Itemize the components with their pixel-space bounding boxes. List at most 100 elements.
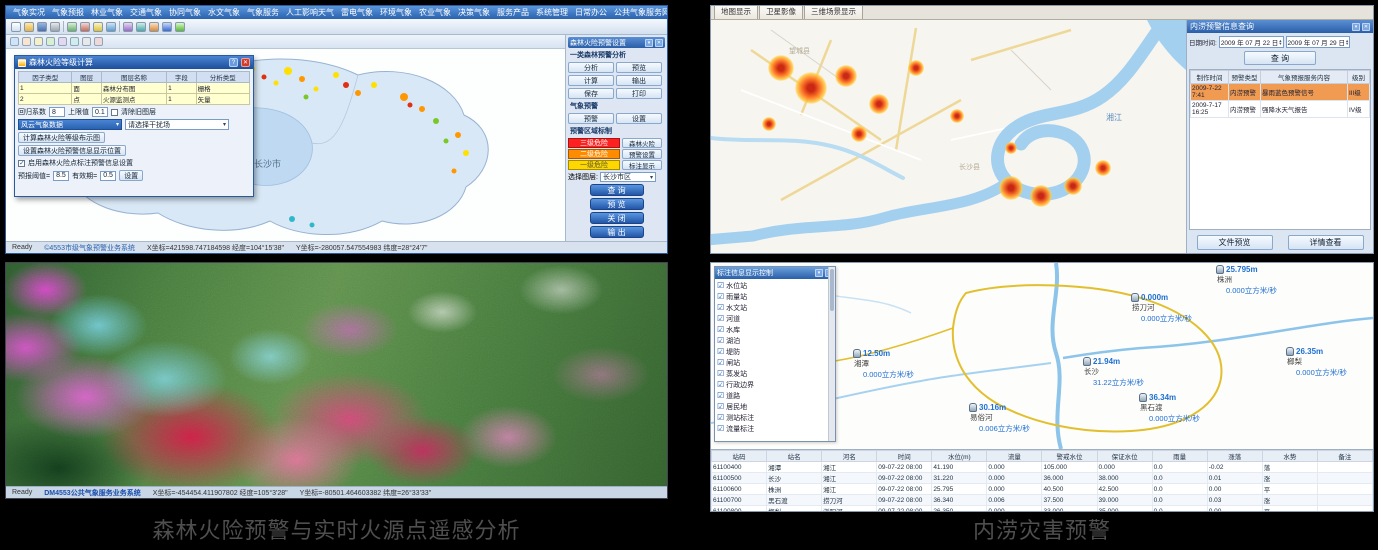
- layer-checkbox-item[interactable]: 水文站: [717, 302, 826, 313]
- zoom-out-icon[interactable]: [80, 22, 90, 32]
- map-print-icon[interactable]: [82, 37, 91, 46]
- enable-annotation-checkbox[interactable]: [18, 160, 25, 167]
- table-row[interactable]: 61100700黑石渡捞刀河09-07-22 08:0036.3400.0063…: [712, 495, 1373, 506]
- layer-select[interactable]: 风云气象数据: [18, 119, 122, 130]
- station-marker[interactable]: 36.34m 黑石渡 0.000立方米/秒: [1139, 393, 1200, 424]
- panel-button[interactable]: 预警设置: [622, 149, 662, 159]
- action-button[interactable]: 查 询: [590, 184, 644, 196]
- layer-checkbox-item[interactable]: 水位站: [717, 280, 826, 291]
- table-row[interactable]: 1面森林分布图1栅格: [19, 83, 250, 94]
- menu-item[interactable]: 系统管理: [533, 7, 571, 18]
- close-icon[interactable]: [1362, 23, 1370, 31]
- pan-icon[interactable]: [93, 22, 103, 32]
- menu-item[interactable]: 日常办公: [572, 7, 610, 18]
- save-icon[interactable]: [37, 22, 47, 32]
- map-select-icon[interactable]: [58, 37, 67, 46]
- map-label-icon[interactable]: [70, 37, 79, 46]
- panel-button[interactable]: 打印: [616, 88, 662, 99]
- measure-icon[interactable]: [136, 22, 146, 32]
- zoom-in-icon[interactable]: [67, 22, 77, 32]
- help-button[interactable]: [229, 58, 238, 67]
- map-export-icon[interactable]: [94, 37, 103, 46]
- dialog-titlebar[interactable]: 森林火险等级计算: [15, 56, 253, 69]
- threshold-input[interactable]: 8.5: [53, 171, 69, 181]
- menu-item[interactable]: 环境气象: [377, 7, 415, 18]
- panel-titlebar[interactable]: 森林火险预警设置: [568, 37, 665, 48]
- map-pan-icon[interactable]: [34, 37, 43, 46]
- layer-checkbox-item[interactable]: 居民地: [717, 401, 826, 412]
- menu-item[interactable]: 气象实况: [10, 7, 48, 18]
- layer-checkbox-item[interactable]: 河道: [717, 313, 826, 324]
- table-row[interactable]: 61100600株洲湘江09-07-22 08:0025.7950.00040.…: [712, 484, 1373, 495]
- action-button[interactable]: 输 出: [590, 226, 644, 238]
- scrollbar[interactable]: [828, 267, 835, 441]
- new-icon[interactable]: [11, 22, 21, 32]
- station-marker[interactable]: 25.795m 株洲 0.000立方米/秒: [1216, 265, 1277, 296]
- detail-view-button[interactable]: 详情查看: [1288, 235, 1364, 250]
- open-icon[interactable]: [24, 22, 34, 32]
- end-date-input[interactable]: 2009 年 07 月 29 日: [1286, 36, 1351, 48]
- close-button[interactable]: [241, 58, 250, 67]
- full-extent-icon[interactable]: [106, 22, 116, 32]
- menu-item[interactable]: 人工影响天气: [283, 7, 337, 18]
- panel-titlebar[interactable]: 标注信息显示控制: [715, 267, 835, 279]
- station-marker[interactable]: 26.35m 榔梨 0.000立方米/秒: [1286, 347, 1347, 378]
- table-row[interactable]: 2009-7-17 16:25内涝预警强降水天气报告IV级: [1191, 101, 1370, 118]
- spinner-icon[interactable]: [1346, 39, 1348, 46]
- interference-select[interactable]: 请选择干扰场: [125, 119, 229, 130]
- panel-button[interactable]: 计算: [568, 75, 614, 86]
- table-row[interactable]: 2点火源监测点1矢量: [19, 94, 250, 105]
- layer-checkbox-item[interactable]: 测站标注: [717, 412, 826, 423]
- scrollbar-thumb[interactable]: [830, 269, 834, 311]
- coef-input[interactable]: 8: [49, 107, 65, 117]
- table-row[interactable]: 61100400湘潭湘江09-07-22 08:0041.1900.000105…: [712, 462, 1373, 473]
- menu-item[interactable]: 交通气象: [127, 7, 165, 18]
- station-map-canvas[interactable]: 标注信息显示控制 水位站雨量站水文站河道水库湖泊堤防闸站蒸发站行政边界道路居民地…: [711, 263, 1373, 449]
- map-view-tab[interactable]: 卫星影像: [759, 5, 803, 19]
- table-row[interactable]: 61100500长沙湘江09-07-22 08:0031.2200.00036.…: [712, 473, 1373, 484]
- panel-layer-select[interactable]: 长沙市区: [600, 172, 656, 182]
- flood-map-canvas[interactable]: 湘江 望城县 长沙县: [711, 20, 1186, 253]
- menu-item[interactable]: 水文气象: [205, 7, 243, 18]
- panel-titlebar[interactable]: 内涝预警信息查询: [1187, 20, 1373, 33]
- menu-item[interactable]: 决策气象: [455, 7, 493, 18]
- map-view-tab[interactable]: 三维场景显示: [804, 5, 863, 19]
- table-row[interactable]: 2009-7-22 7:41内涝预警暴雨蓝色预警信号III级: [1191, 84, 1370, 101]
- spinner-icon[interactable]: [1279, 39, 1281, 46]
- action-button[interactable]: 关 闭: [590, 212, 644, 224]
- layer-checkbox-item[interactable]: 道路: [717, 390, 826, 401]
- menu-item[interactable]: 公共气象服务网: [611, 7, 667, 18]
- panel-button[interactable]: 输出: [616, 75, 662, 86]
- panel-button[interactable]: 标注显示: [622, 160, 662, 170]
- station-marker[interactable]: 12.50m 湘潭 0.000立方米/秒: [853, 349, 914, 380]
- menu-item[interactable]: 气象服务: [244, 7, 282, 18]
- menu-item[interactable]: 林业气象: [88, 7, 126, 18]
- layers-icon[interactable]: [149, 22, 159, 32]
- map-zoom-out-icon[interactable]: [22, 37, 31, 46]
- query-button[interactable]: 查 询: [1244, 51, 1316, 65]
- panel-button[interactable]: 预览: [616, 62, 662, 73]
- panel-button[interactable]: 保存: [568, 88, 614, 99]
- calc-fire-level-button[interactable]: 计算森林火险等级布示图: [18, 132, 105, 143]
- print-icon[interactable]: [50, 22, 60, 32]
- fire-map-canvas[interactable]: 长沙市 森林火险等级计算 因子类型图层图层名称字段分析类型1面森林分布图1栅格2…: [6, 35, 565, 241]
- set-warning-display-button[interactable]: 设置森林火险预警信息显示位置: [18, 145, 126, 156]
- panel-button[interactable]: 设置: [616, 113, 662, 124]
- refresh-icon[interactable]: [175, 22, 185, 32]
- action-button[interactable]: 预 览: [590, 198, 644, 210]
- layer-checkbox-item[interactable]: 堤防: [717, 346, 826, 357]
- layer-checkbox-item[interactable]: 水库: [717, 324, 826, 335]
- menu-item[interactable]: 气象预报: [49, 7, 87, 18]
- select-icon[interactable]: [123, 22, 133, 32]
- layer-checkbox-item[interactable]: 雨量站: [717, 291, 826, 302]
- layer-checkbox-item[interactable]: 湖泊: [717, 335, 826, 346]
- station-marker[interactable]: 0.000m 捞刀河 0.000立方米/秒: [1131, 293, 1192, 324]
- layer-checkbox-item[interactable]: 蒸发站: [717, 368, 826, 379]
- minimize-icon[interactable]: [815, 269, 823, 277]
- limit-input[interactable]: 0.1: [92, 107, 108, 117]
- close-icon[interactable]: [655, 39, 663, 47]
- panel-button[interactable]: 预警: [568, 113, 614, 124]
- layer-checkbox-item[interactable]: 闸站: [717, 357, 826, 368]
- start-date-input[interactable]: 2009 年 07 月 22 日: [1219, 36, 1284, 48]
- file-preview-button[interactable]: 文件预览: [1197, 235, 1273, 250]
